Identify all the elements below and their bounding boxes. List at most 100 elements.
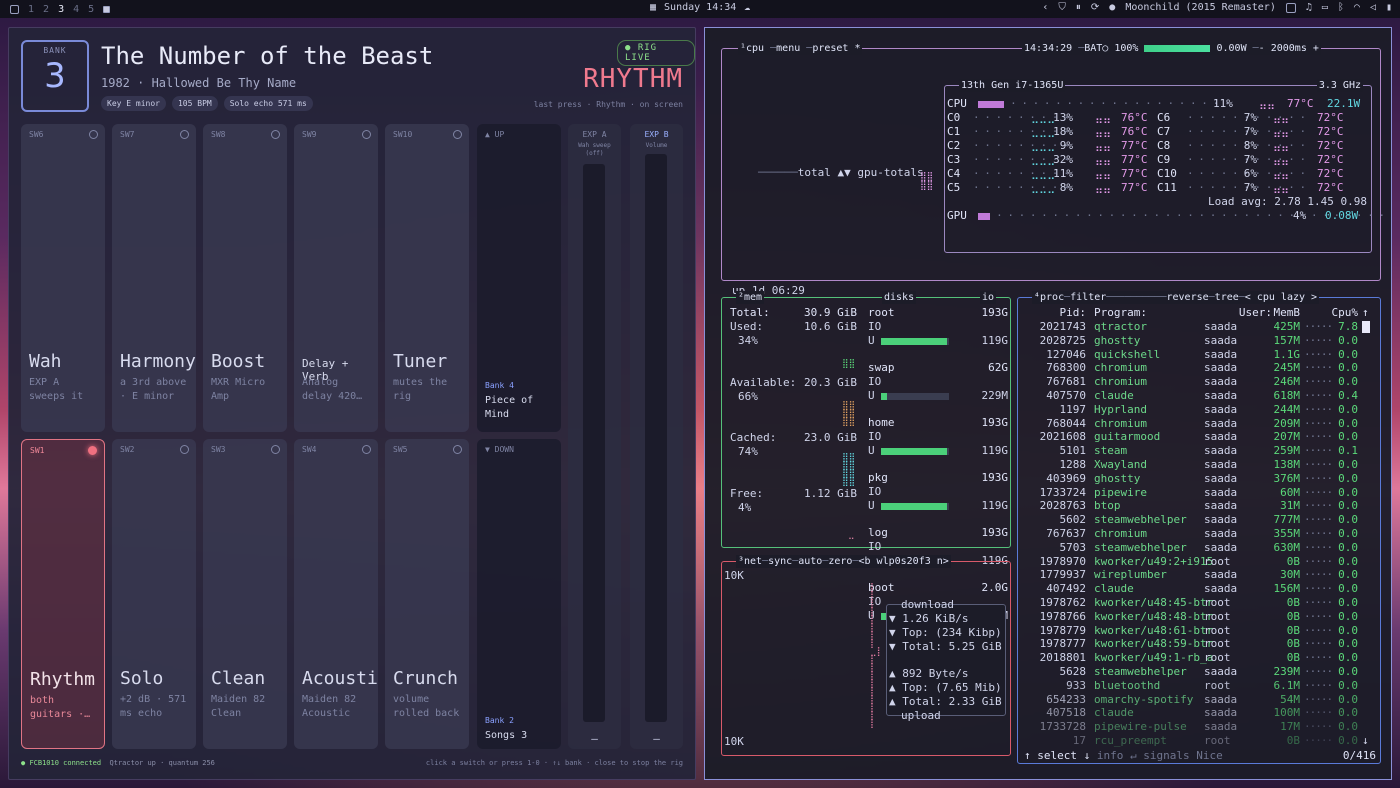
wifi-icon[interactable]: ◠ <box>1354 2 1360 13</box>
switch-name: Solo <box>120 668 164 689</box>
footswitch-sw7[interactable]: SW7 Harmony a 3rd above · E minor <box>112 124 196 432</box>
headphones-icon[interactable]: ♫ <box>1306 2 1312 13</box>
launcher-icon[interactable] <box>10 4 19 14</box>
footswitch-sw3[interactable]: SW3 Clean Maiden 82 Clean <box>203 439 287 749</box>
tab-preset[interactable]: preset * <box>812 43 860 54</box>
load-average: Load avg: 2.78 1.45 0.98 <box>1208 195 1367 208</box>
switch-desc: Analog delay 420… <box>302 377 363 402</box>
proc-tree[interactable]: tree <box>1215 292 1239 303</box>
cpu-clock: 14:34:29 <box>1024 43 1073 54</box>
interval-plus[interactable]: + <box>1313 43 1319 54</box>
switch-led <box>89 130 98 139</box>
prev-bank-song: Songs 3 <box>485 730 528 741</box>
prev-track-icon[interactable]: ‹ <box>1042 2 1048 13</box>
sync-icon: ⟳ <box>1090 2 1100 13</box>
proc-box: ⁴proc─filter──────────reverse─tree─< cpu… <box>1017 291 1381 764</box>
proc-footer: ↑ select ↓ info ↵ signals Nice 0/416 <box>1024 749 1376 763</box>
status-badge: ● RIG LIVE <box>617 40 695 66</box>
proc-nice[interactable]: Nice <box>1196 749 1223 762</box>
next-bank-label: Bank 4 <box>485 381 514 390</box>
mem-used-graph: ⣿⣿ <box>842 359 856 369</box>
core-row: C5 · · · · · · · · · ⣀⣀⣀ 8% ⣤⣤ 77°C C11 · · · ·… <box>947 181 1344 194</box>
btop-terminal: ¹cpu ─menu ─preset * 14:34:29 ─BAT○ 100%… <box>704 27 1392 780</box>
workspace-switcher: 12345 <box>0 4 111 15</box>
footswitch-sw10[interactable]: SW10 Tuner mutes the rig <box>385 124 469 432</box>
exp-a-value: – <box>591 732 598 745</box>
net-scale-top: 10K <box>724 569 744 582</box>
proc-scrollbar[interactable] <box>1362 320 1370 334</box>
footer-status: ● FCB1010 connected Qtractor up · quantu… <box>21 759 215 767</box>
song-subtitle: 1982 · Hallowed Be Thy Name <box>101 76 297 90</box>
current-patch: RHYTHM <box>583 64 683 94</box>
switch-name: Clean <box>211 668 266 689</box>
display-icon[interactable] <box>1285 2 1296 13</box>
top-bar: 12345 ▦ Sunday 14:34 ☁ ‹ ⛉ ⏸ ⟳ ● Moonchi… <box>0 0 1400 18</box>
workspace-1[interactable]: 1 <box>28 4 34 15</box>
gpu-bar <box>977 212 990 220</box>
tab-menu[interactable]: menu <box>776 43 800 54</box>
battery-icon[interactable]: ▮ <box>1386 2 1392 13</box>
footswitch-sw2[interactable]: SW2 Solo +2 dB · 571 ms echo <box>112 439 196 749</box>
proc-reverse[interactable]: reverse <box>1166 292 1208 303</box>
status-badge-label: RIG LIVE <box>625 43 658 63</box>
disk-root: root 193G IO U 119G <box>868 306 1008 347</box>
switch-led <box>271 130 280 139</box>
proc-scroll-down-icon[interactable]: ↓ <box>1362 734 1369 748</box>
switch-led <box>180 130 189 139</box>
volume-icon[interactable]: ◁ <box>1370 2 1376 13</box>
download-total: ▼ Total: 5.25 GiB <box>889 640 1002 653</box>
tab-proc[interactable]: ⁴proc <box>1034 292 1064 303</box>
net-scale-bottom: 10K <box>724 735 744 748</box>
footswitch-sw9[interactable]: SW9 Delay + Verb Analog delay 420… <box>294 124 378 432</box>
exp-a-pedal[interactable]: EXP A Wah sweep (off) – <box>568 124 621 749</box>
switch-id: SW3 <box>211 445 226 454</box>
footswitch-sw6[interactable]: SW6 Wah EXP Asweeps it <box>21 124 105 432</box>
pause-icon[interactable]: ⏸ <box>1076 2 1081 13</box>
exp-a-track[interactable] <box>583 164 605 722</box>
switch-led <box>453 445 462 454</box>
footswitch-sw8[interactable]: SW8 Boost MXR Micro Amp <box>203 124 287 432</box>
cpu-box: ¹cpu ─menu ─preset * 14:34:29 ─BAT○ 100%… <box>721 42 1391 297</box>
switch-led <box>362 130 371 139</box>
exp-b-track[interactable] <box>645 154 667 722</box>
bank-up-button[interactable]: ▲ UP Bank 4 Piece of Mind <box>477 124 561 432</box>
workspace-3[interactable]: 3 <box>58 4 64 15</box>
workspace-4[interactable]: 4 <box>73 4 79 15</box>
gamepad-icon[interactable]: ▭ <box>1322 2 1328 13</box>
bank-up-label: ▲ UP <box>485 130 505 139</box>
upload-top: ▲ Top: (7.65 Mib) <box>889 681 1002 694</box>
mem-free: Free: 1.12 GiB 4% <box>730 487 857 514</box>
switch-id: SW7 <box>120 130 135 139</box>
interval-minus[interactable]: - <box>1259 43 1265 54</box>
exp-a-sub: Wah sweep (off) <box>578 142 611 157</box>
net-stats-box: download ▼ 1.26 KiB/s ▼ Top: (234 Kibp) … <box>886 598 1006 722</box>
cpu-total-bar <box>977 100 1004 108</box>
proc-info[interactable]: info ↵ <box>1097 749 1137 762</box>
tab-net[interactable]: ³net <box>738 556 762 567</box>
bank-down-button[interactable]: ▼ DOWN Bank 2 Songs 3 <box>477 439 561 749</box>
battery-bar <box>1144 44 1211 52</box>
proc-sort[interactable]: < cpu lazy > <box>1245 292 1317 303</box>
tab-cpu[interactable]: ¹cpu <box>740 43 764 54</box>
footswitch-sw4[interactable]: SW4 Acoustic Maiden 82Acoustic <box>294 439 378 749</box>
clock[interactable]: Sunday 14:34 <box>664 2 736 13</box>
clock-area: ▦ Sunday 14:34 ☁ <box>650 2 750 13</box>
media-title[interactable]: Moonchild (2015 Remaster) <box>1125 2 1276 13</box>
net-zero[interactable]: zero <box>828 556 852 567</box>
footswitch-sw5[interactable]: SW5 Crunch volume rolled back <box>385 439 469 749</box>
proc-select[interactable]: ↑ select ↓ <box>1024 749 1090 762</box>
footswitch-sw1[interactable]: SW1 Rhythm both guitars ·… <box>21 439 105 749</box>
net-interface[interactable]: <b wlp0s20f3 n> <box>859 556 949 567</box>
mem-cached-graph: ⣿⣿ ⣿⣿ ⣿⣿ ⣿⣿ <box>842 453 856 487</box>
music-icon: ● <box>1109 2 1116 13</box>
proc-signals[interactable]: signals <box>1143 749 1189 762</box>
bluetooth-icon[interactable]: ᛒ <box>1338 2 1344 13</box>
exp-b-pedal[interactable]: EXP B Volume – <box>630 124 683 749</box>
proc-filter[interactable]: filter <box>1070 292 1106 303</box>
sort-arrow-icon: ↑ <box>1362 306 1369 319</box>
workspace-2[interactable]: 2 <box>43 4 49 15</box>
net-auto[interactable]: auto <box>798 556 822 567</box>
net-sync[interactable]: sync <box>768 556 792 567</box>
workspace-5[interactable]: 5 <box>88 4 94 15</box>
switch-id: SW9 <box>302 130 317 139</box>
